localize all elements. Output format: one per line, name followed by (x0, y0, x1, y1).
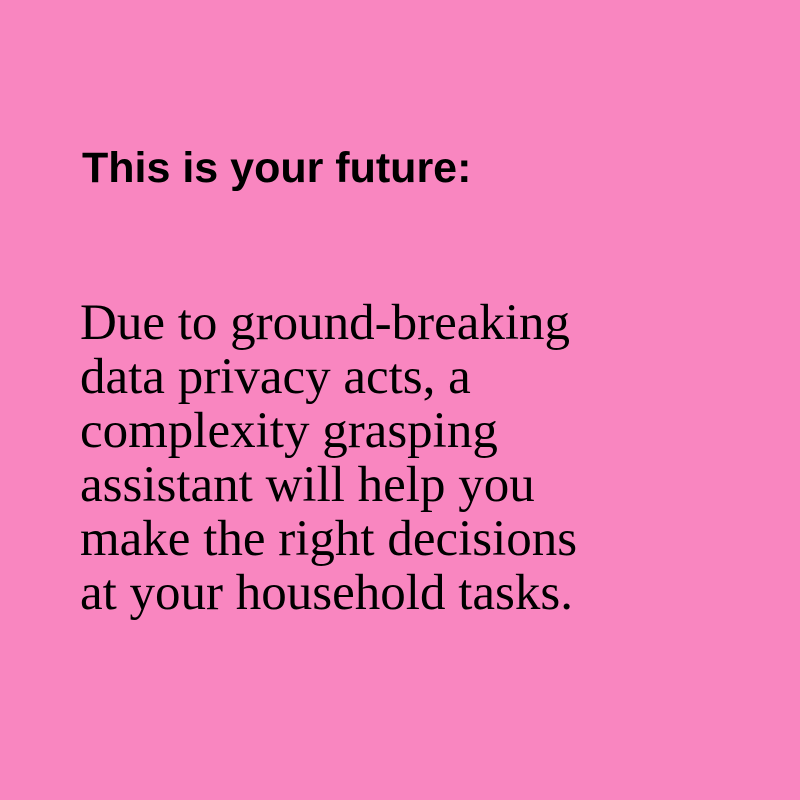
body-line-2: data privacy acts, a (80, 349, 471, 405)
body-line-1: Due to ground-breaking (80, 295, 571, 351)
body-line-3: complexity grasping (80, 403, 498, 459)
message-card: This is your future: Due to ground-break… (0, 0, 800, 800)
body-paragraph: Due to ground-breaking data privacy acts… (80, 296, 577, 620)
body-line-5: make the right decisions (80, 511, 578, 567)
body-line-6: at your household tasks. (80, 565, 573, 621)
headline: This is your future: (82, 144, 472, 192)
body-line-4: assistant will help you (80, 457, 535, 513)
